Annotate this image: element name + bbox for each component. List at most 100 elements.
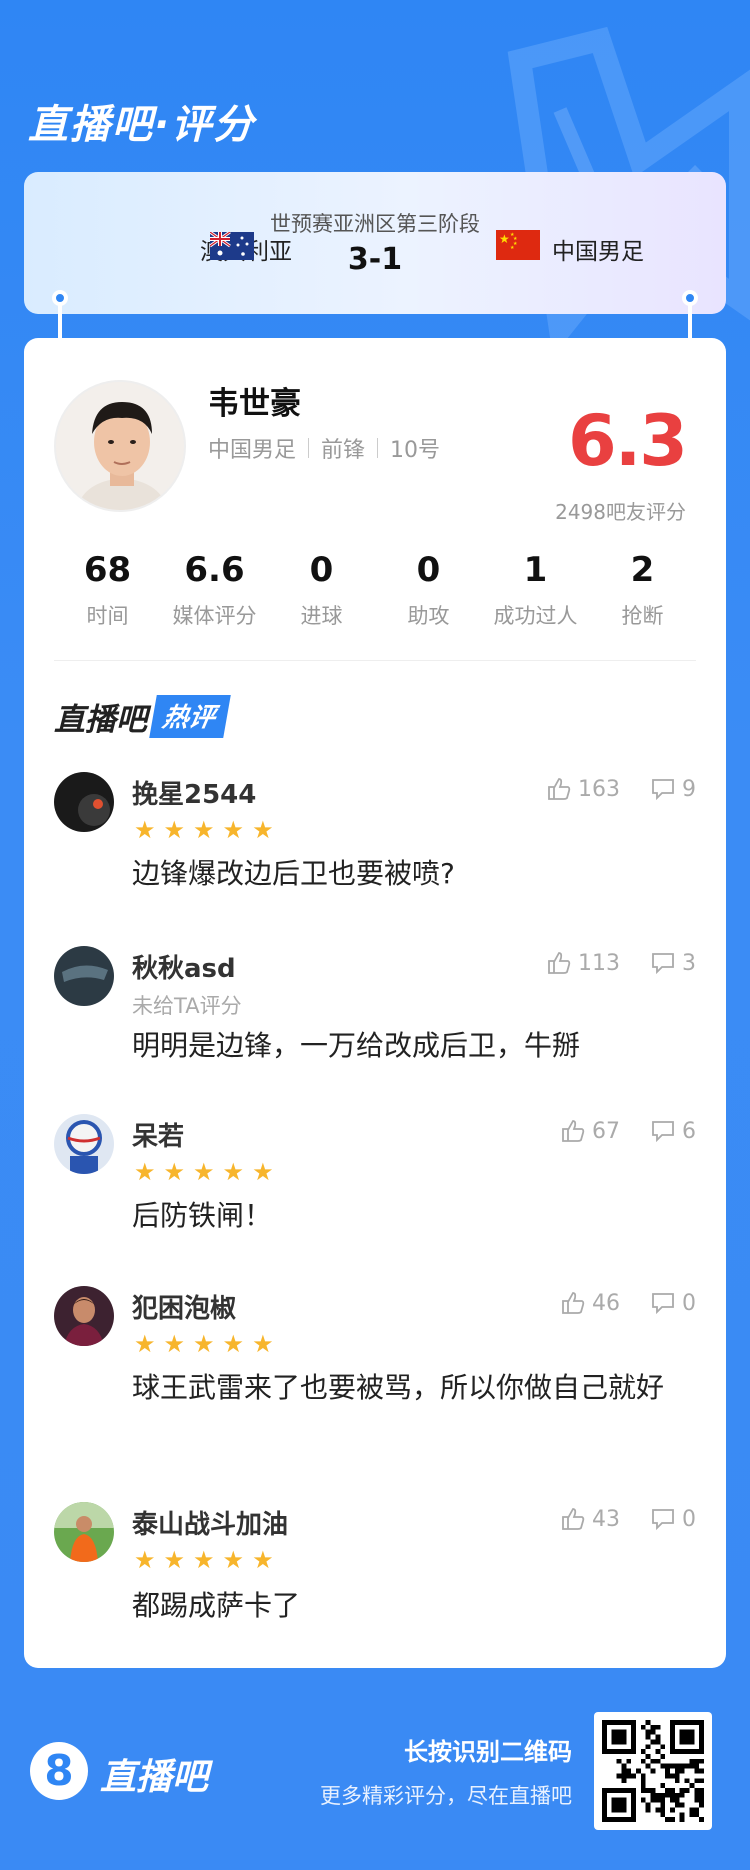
- match-card: 澳大利亚 世预赛亚洲区第三阶段 3-1 ★ ★ ★ ★ ★ 中国男足: [24, 172, 726, 314]
- comment-item: 挽星2544 ★ ★ ★ ★ ★ 163 9 边锋爆改边后卫也要被喷?: [54, 772, 696, 892]
- star-icon: ★: [134, 816, 156, 844]
- qr-code[interactable]: [594, 1712, 712, 1830]
- stat-time: 68 时间: [54, 548, 161, 630]
- comment-item: 犯困泡椒 ★ ★ ★ ★ ★ 46 0 球王武雷来了也要被骂，所以你做自己就好: [54, 1286, 696, 1456]
- comment-star-rating: ★ ★ ★ ★ ★: [134, 818, 274, 842]
- comment-username[interactable]: 泰山战斗加油: [132, 1504, 288, 1541]
- star-icon: ★: [222, 1158, 245, 1186]
- reply-count: 6: [682, 1118, 696, 1144]
- stat-assists: 0 助攻: [375, 548, 482, 630]
- comment-bubble-icon: [652, 1121, 674, 1143]
- star-icon: ★: [163, 1546, 186, 1574]
- stat-value: 68: [83, 550, 132, 590]
- thumbs-up-icon: [562, 1508, 585, 1530]
- stat-value: 1: [523, 550, 548, 590]
- comment-avatar[interactable]: [54, 1502, 114, 1562]
- comment-username[interactable]: 挽星2544: [132, 774, 256, 811]
- stat-value: 0: [309, 550, 334, 590]
- comment-item: 泰山战斗加油 ★ ★ ★ ★ ★ 43 0 都踢成萨卡了: [54, 1502, 696, 1632]
- reply-button[interactable]: 0: [650, 1506, 696, 1532]
- comment-star-rating: ★ ★ ★ ★ ★: [134, 1160, 274, 1184]
- reply-button[interactable]: 0: [650, 1290, 696, 1316]
- star-icon: ★: [193, 1546, 215, 1574]
- comment-avatar[interactable]: [54, 1114, 114, 1174]
- star-icon: ★: [252, 1546, 274, 1574]
- hot-title-badge: 热评: [149, 695, 231, 738]
- comment-avatar[interactable]: [54, 1286, 114, 1346]
- thumbs-up-icon: [562, 1120, 585, 1142]
- thumbs-up-icon: [562, 1292, 585, 1314]
- footer-brand-name: 直播吧: [100, 1757, 209, 1798]
- player-number: 10号: [390, 438, 441, 463]
- stat-dribbles: 1 成功过人: [482, 548, 589, 630]
- like-count: 46: [592, 1290, 620, 1316]
- reply-count: 3: [682, 950, 696, 976]
- like-button[interactable]: 67: [560, 1118, 620, 1144]
- stat-label: 助攻: [407, 604, 450, 628]
- stat-label: 进球: [300, 604, 343, 628]
- like-count: 113: [578, 950, 620, 976]
- comment-text: 都踢成萨卡了: [132, 1589, 301, 1622]
- comment-bubble-icon: [652, 779, 674, 801]
- comment-avatar[interactable]: [54, 946, 114, 1006]
- star-icon: ★: [163, 1158, 186, 1186]
- reply-button[interactable]: 9: [650, 776, 696, 802]
- comment-bubble-icon: [652, 953, 674, 975]
- reply-button[interactable]: 3: [650, 950, 696, 976]
- star-icon: ★: [252, 816, 274, 844]
- comment-avatar[interactable]: [54, 772, 114, 832]
- stat-value: 6.6: [184, 550, 245, 590]
- star-icon: ★: [193, 816, 215, 844]
- star-icon: ★: [252, 1158, 274, 1186]
- reply-button[interactable]: 6: [650, 1118, 696, 1144]
- away-team-name: 中国男足: [552, 239, 644, 265]
- meta-divider: [308, 438, 310, 458]
- star-icon: ★: [193, 1330, 215, 1358]
- svg-text:★: ★: [499, 232, 510, 246]
- thumbs-up-icon: [548, 778, 571, 800]
- star-icon: ★: [222, 816, 245, 844]
- svg-text:★: ★: [510, 245, 515, 251]
- hot-title-brand: 直播吧: [54, 702, 147, 738]
- qr-hint-title: 长按识别二维码: [404, 1738, 572, 1766]
- stat-value: 2: [630, 550, 655, 590]
- meta-divider: [377, 438, 379, 458]
- star-icon: ★: [134, 1330, 156, 1358]
- player-meta: 中国男足 前锋 10号: [208, 432, 440, 464]
- player-position: 前锋: [321, 438, 366, 463]
- star-icon: ★: [222, 1546, 245, 1574]
- comment-item: 呆若 ★ ★ ★ ★ ★ 67 6 后防铁闸！: [54, 1114, 696, 1234]
- comment-bubble-icon: [652, 1293, 674, 1315]
- player-avatar: [54, 380, 186, 512]
- like-count: 67: [592, 1118, 620, 1144]
- player-rating: 6.3: [567, 400, 688, 482]
- app-title: 直播吧·评分: [28, 102, 256, 148]
- comment-username[interactable]: 呆若: [132, 1116, 184, 1153]
- rating-count: 2498吧友评分: [555, 500, 686, 524]
- section-divider: [54, 660, 696, 661]
- comment-username[interactable]: 秋秋asd: [132, 948, 236, 985]
- hot-comments-title: 直播吧 热评: [54, 694, 231, 739]
- star-icon: ★: [222, 1330, 245, 1358]
- comment-username[interactable]: 犯困泡椒: [132, 1288, 236, 1325]
- stat-goals: 0 进球: [268, 548, 375, 630]
- player-rating-card: 韦世豪 中国男足 前锋 10号 6.3 2498吧友评分 68 时间 6.6 媒体评…: [24, 338, 726, 1668]
- star-icon: ★: [163, 1330, 186, 1358]
- stat-label: 成功过人: [493, 604, 578, 628]
- thumbs-up-icon: [548, 952, 571, 974]
- like-button[interactable]: 46: [560, 1290, 620, 1316]
- comment-star-rating: ★ ★ ★ ★ ★: [134, 1332, 274, 1356]
- brand-logo-glyph: 8: [44, 1746, 74, 1795]
- star-icon: ★: [163, 816, 186, 844]
- comment-item: 秋秋asd 未给TA评分 113 3 明明是边锋，一万给改成后卫，牛掰: [54, 946, 696, 1066]
- like-button[interactable]: 43: [560, 1506, 620, 1532]
- comment-actions: 46 0: [560, 1290, 696, 1316]
- comment-actions: 43 0: [560, 1506, 696, 1532]
- comment-actions: 113 3: [546, 950, 696, 976]
- like-button[interactable]: 113: [546, 950, 620, 976]
- comment-actions: 163 9: [546, 776, 696, 802]
- comment-text: 后防铁闸！: [132, 1199, 273, 1232]
- like-button[interactable]: 163: [546, 776, 620, 802]
- like-count: 43: [592, 1506, 620, 1532]
- stat-value: 0: [416, 550, 441, 590]
